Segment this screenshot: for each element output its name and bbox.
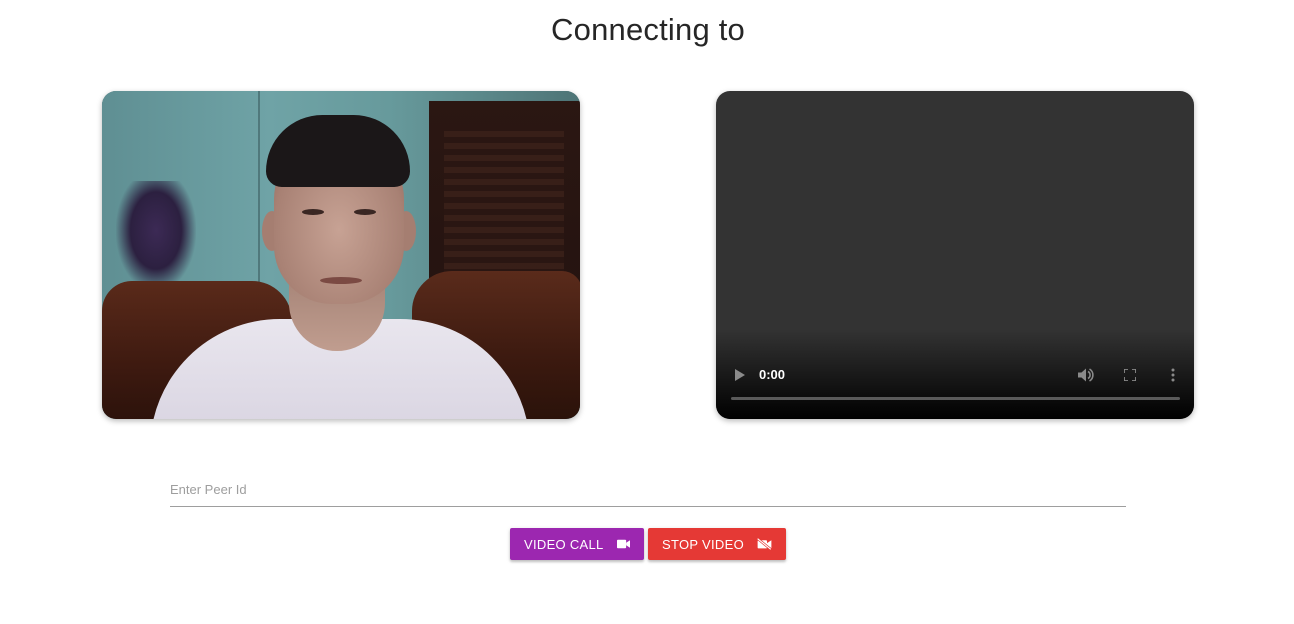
video-controls xyxy=(716,329,1194,419)
video-call-button[interactable]: VIDEO CALL xyxy=(510,528,644,560)
remote-video[interactable]: 0:00 xyxy=(716,91,1194,419)
video-call-label: VIDEO CALL xyxy=(524,536,604,552)
local-video[interactable] xyxy=(102,91,580,419)
peer-id-field[interactable] xyxy=(170,472,1126,507)
play-icon[interactable] xyxy=(735,369,745,381)
stop-video-label: STOP VIDEO xyxy=(662,536,744,552)
video-progress-bar[interactable] xyxy=(731,397,1180,400)
page: Connecting to 0:00 Enter Peer Id VIDEO C… xyxy=(0,0,1294,624)
page-title: Connecting to xyxy=(551,12,745,47)
more-vert-icon[interactable] xyxy=(1171,368,1175,382)
videocam-icon xyxy=(616,539,630,549)
peer-id-input[interactable] xyxy=(170,478,1126,500)
videocam-off-icon xyxy=(757,537,772,551)
video-time: 0:00 xyxy=(759,367,786,382)
volume-icon[interactable] xyxy=(1078,368,1094,382)
fullscreen-icon[interactable] xyxy=(1124,369,1136,381)
stop-video-button[interactable]: STOP VIDEO xyxy=(648,528,786,560)
